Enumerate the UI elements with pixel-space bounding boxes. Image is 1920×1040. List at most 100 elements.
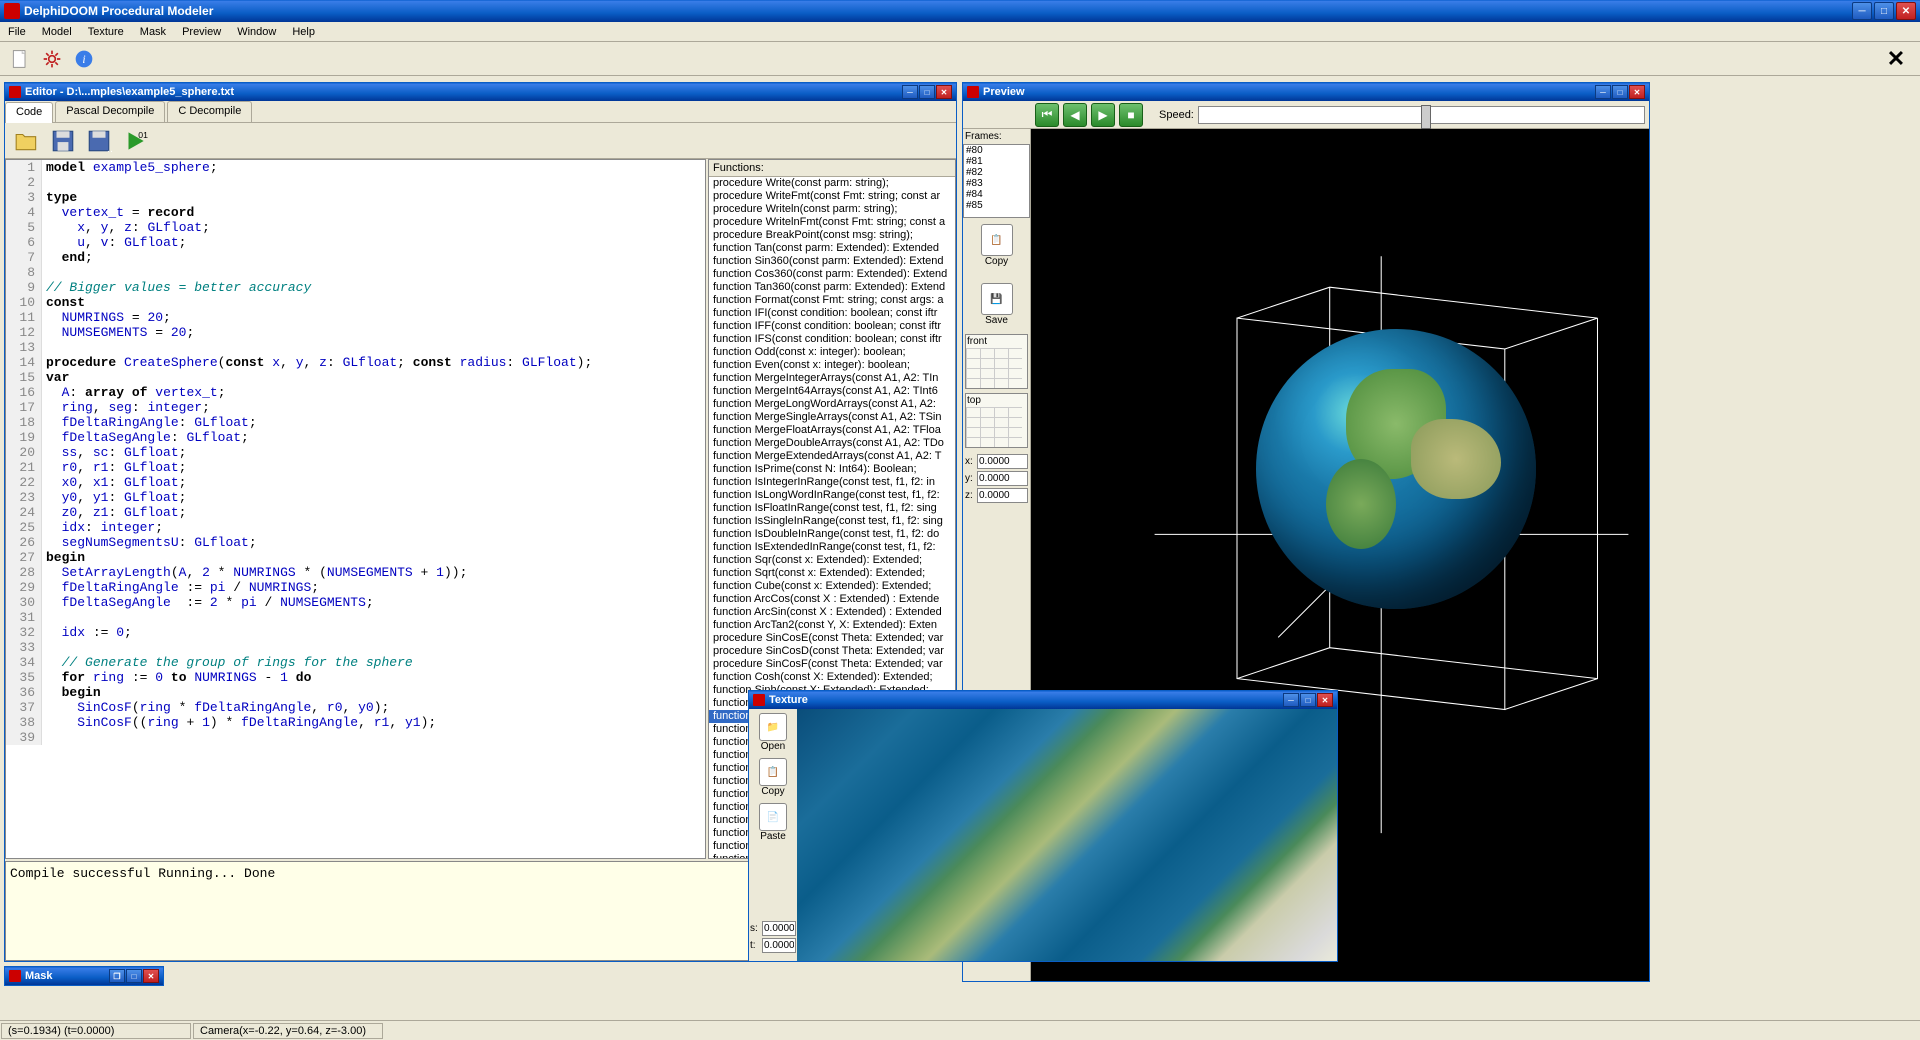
frames-list[interactable]: #80#81#82#83#84#85 <box>963 144 1030 218</box>
function-item[interactable]: function IFI(const condition: boolean; c… <box>709 307 955 320</box>
frame-item[interactable]: #85 <box>964 200 1029 211</box>
speed-slider[interactable] <box>1198 106 1645 124</box>
copy-preview-button[interactable]: 📋Copy <box>981 224 1013 267</box>
texture-open-button[interactable]: 📁Open <box>759 713 787 752</box>
function-item[interactable]: function IsExtendedInRange(const test, f… <box>709 541 955 554</box>
function-item[interactable]: function ArcTan2(const Y, X: Extended): … <box>709 619 955 632</box>
menu-file[interactable]: File <box>0 24 34 40</box>
menu-texture[interactable]: Texture <box>80 24 132 40</box>
function-item[interactable]: function Tan360(const parm: Extended): E… <box>709 281 955 294</box>
function-item[interactable]: function IsSingleInRange(const test, f1,… <box>709 515 955 528</box>
texture-maximize-button[interactable]: □ <box>1300 693 1316 707</box>
function-item[interactable]: function IsPrime(const N: Int64): Boolea… <box>709 463 955 476</box>
function-item[interactable]: function Cosh(const X: Extended): Extend… <box>709 671 955 684</box>
function-item[interactable]: function Tan(const parm: Extended): Exte… <box>709 242 955 255</box>
tab-pascal-decompile[interactable]: Pascal Decompile <box>55 101 165 122</box>
rewind-button[interactable]: ⏮ <box>1035 103 1059 127</box>
function-item[interactable]: function ArcSin(const X : Extended) : Ex… <box>709 606 955 619</box>
editor-titlebar[interactable]: Editor - D:\...mples\example5_sphere.txt… <box>5 83 956 101</box>
preview-close-button[interactable]: ✕ <box>1629 85 1645 99</box>
y-input[interactable] <box>977 471 1028 486</box>
menu-preview[interactable]: Preview <box>174 24 229 40</box>
function-item[interactable]: function IsDoubleInRange(const test, f1,… <box>709 528 955 541</box>
tab-code[interactable]: Code <box>5 102 53 123</box>
code-editor[interactable]: 1model example5_sphere;23type4 vertex_t … <box>6 160 705 858</box>
step-back-button[interactable]: ◀ <box>1063 103 1087 127</box>
frame-item[interactable]: #80 <box>964 145 1029 156</box>
menu-window[interactable]: Window <box>229 24 284 40</box>
function-item[interactable]: function IFF(const condition: boolean; c… <box>709 320 955 333</box>
function-item[interactable]: function IsIntegerInRange(const test, f1… <box>709 476 955 489</box>
function-item[interactable]: function MergeLongWordArrays(const A1, A… <box>709 398 955 411</box>
preview-titlebar[interactable]: Preview ─ □ ✕ <box>963 83 1649 101</box>
texture-copy-button[interactable]: 📋Copy <box>759 758 787 797</box>
function-item[interactable]: function Cos360(const parm: Extended): E… <box>709 268 955 281</box>
minimize-button[interactable]: ─ <box>1852 2 1872 20</box>
preview-minimize-button[interactable]: ─ <box>1595 85 1611 99</box>
function-item[interactable]: function MergeInt64Arrays(const A1, A2: … <box>709 385 955 398</box>
function-item[interactable]: function Sqrt(const x: Extended): Extend… <box>709 567 955 580</box>
top-view-control[interactable]: top <box>965 393 1028 448</box>
mask-titlebar[interactable]: Mask ❐ □ ✕ <box>5 967 163 985</box>
tab-c-decompile[interactable]: C Decompile <box>167 101 252 122</box>
run-button[interactable]: 01 <box>119 125 151 157</box>
function-item[interactable]: procedure BreakPoint(const msg: string); <box>709 229 955 242</box>
function-item[interactable]: procedure WritelnFmt(const Fmt: string; … <box>709 216 955 229</box>
function-item[interactable]: function MergeExtendedArrays(const A1, A… <box>709 450 955 463</box>
menu-help[interactable]: Help <box>284 24 323 40</box>
function-item[interactable]: procedure WriteFmt(const Fmt: string; co… <box>709 190 955 203</box>
save-button[interactable] <box>47 125 79 157</box>
frame-item[interactable]: #81 <box>964 156 1029 167</box>
open-button[interactable] <box>11 125 43 157</box>
s-input[interactable] <box>762 921 796 936</box>
front-view-control[interactable]: front <box>965 334 1028 389</box>
mask-restore-button[interactable]: ❐ <box>109 969 125 983</box>
editor-minimize-button[interactable]: ─ <box>902 85 918 99</box>
mask-close-button[interactable]: ✕ <box>143 969 159 983</box>
saveas-button[interactable]: … <box>83 125 115 157</box>
frame-item[interactable]: #84 <box>964 189 1029 200</box>
texture-minimize-button[interactable]: ─ <box>1283 693 1299 707</box>
editor-close-button[interactable]: ✕ <box>936 85 952 99</box>
function-item[interactable]: function MergeDoubleArrays(const A1, A2:… <box>709 437 955 450</box>
function-item[interactable]: function Even(const x: integer): boolean… <box>709 359 955 372</box>
new-button[interactable] <box>6 45 34 73</box>
function-item[interactable]: function Sqr(const x: Extended): Extende… <box>709 554 955 567</box>
function-item[interactable]: function MergeSingleArrays(const A1, A2:… <box>709 411 955 424</box>
settings-button[interactable] <box>38 45 66 73</box>
t-input[interactable] <box>762 938 796 953</box>
maximize-button[interactable]: □ <box>1874 2 1894 20</box>
close-button[interactable]: ✕ <box>1896 2 1916 20</box>
function-item[interactable]: function MergeFloatArrays(const A1, A2: … <box>709 424 955 437</box>
function-item[interactable]: function Odd(const x: integer): boolean; <box>709 346 955 359</box>
close-all-button[interactable]: ✕ <box>1882 45 1910 73</box>
x-input[interactable] <box>977 454 1028 469</box>
function-item[interactable]: function IsLongWordInRange(const test, f… <box>709 489 955 502</box>
function-item[interactable]: procedure Write(const parm: string); <box>709 177 955 190</box>
function-item[interactable]: procedure SinCosD(const Theta: Extended;… <box>709 645 955 658</box>
function-item[interactable]: procedure Writeln(const parm: string); <box>709 203 955 216</box>
function-item[interactable]: procedure SinCosE(const Theta: Extended;… <box>709 632 955 645</box>
save-preview-button[interactable]: 💾Save <box>981 283 1013 326</box>
function-item[interactable]: function MergeIntegerArrays(const A1, A2… <box>709 372 955 385</box>
play-button[interactable]: ▶ <box>1091 103 1115 127</box>
menu-mask[interactable]: Mask <box>132 24 174 40</box>
frame-item[interactable]: #82 <box>964 167 1029 178</box>
function-item[interactable]: function Sin360(const parm: Extended): E… <box>709 255 955 268</box>
preview-maximize-button[interactable]: □ <box>1612 85 1628 99</box>
frame-item[interactable]: #83 <box>964 178 1029 189</box>
function-item[interactable]: function Format(const Fmt: string; const… <box>709 294 955 307</box>
texture-paste-button[interactable]: 📄Paste <box>759 803 787 842</box>
menu-model[interactable]: Model <box>34 24 80 40</box>
texture-titlebar[interactable]: Texture ─ □ ✕ <box>749 691 1337 709</box>
texture-close-button[interactable]: ✕ <box>1317 693 1333 707</box>
function-item[interactable]: procedure SinCosF(const Theta: Extended;… <box>709 658 955 671</box>
about-button[interactable]: i <box>70 45 98 73</box>
function-item[interactable]: function Cube(const x: Extended): Extend… <box>709 580 955 593</box>
texture-viewport[interactable] <box>797 709 1337 961</box>
function-item[interactable]: function IsFloatInRange(const test, f1, … <box>709 502 955 515</box>
function-item[interactable]: function IFS(const condition: boolean; c… <box>709 333 955 346</box>
editor-maximize-button[interactable]: □ <box>919 85 935 99</box>
function-item[interactable]: function ArcCos(const X : Extended) : Ex… <box>709 593 955 606</box>
stop-button[interactable]: ■ <box>1119 103 1143 127</box>
